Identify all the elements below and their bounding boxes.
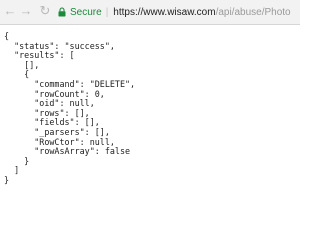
json-line: ] bbox=[4, 165, 20, 176]
forward-icon[interactable]: → bbox=[19, 4, 33, 18]
address-bar[interactable]: Secure | https://www.wisaw.com /api/abus… bbox=[58, 4, 300, 20]
browser-toolbar: ← → ↻ Secure | https://www.wisaw.com /ap… bbox=[0, 0, 300, 25]
url-path: /api/abuse/Photo bbox=[215, 6, 291, 18]
secure-label: Secure bbox=[70, 6, 102, 18]
json-response-body: { "status": "success", "results": [ [], … bbox=[4, 31, 135, 186]
url-host: https://www.wisaw.com bbox=[113, 6, 216, 18]
back-icon[interactable]: ← bbox=[3, 4, 17, 18]
address-separator: | bbox=[105, 6, 109, 18]
json-line: } bbox=[4, 155, 30, 166]
lock-icon bbox=[58, 7, 66, 17]
json-line: } bbox=[4, 174, 10, 185]
reload-icon[interactable]: ↻ bbox=[38, 4, 52, 18]
